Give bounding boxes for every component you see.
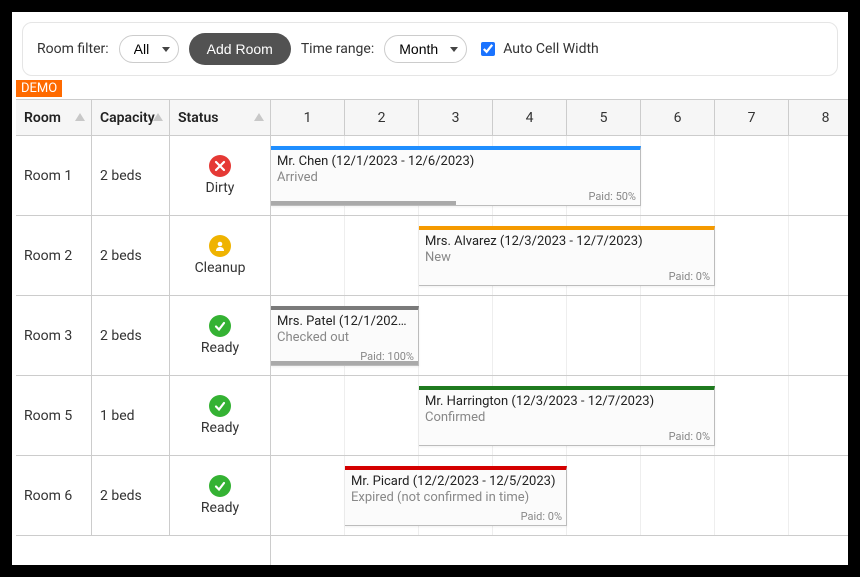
event-subtitle: Expired (not confirmed in time) (351, 490, 560, 505)
reservation-event[interactable]: Mrs. Patel (12/1/2023 - 12/3/2023)Checke… (271, 306, 419, 366)
day-header-cell[interactable]: 3 (419, 100, 493, 135)
resource-row[interactable]: Room 12 beds Dirty (16, 136, 270, 216)
column-header-room[interactable]: Room (16, 100, 92, 135)
column-header-label: Room (24, 110, 61, 126)
row-header-columns: Room Capacity Status (16, 100, 270, 136)
event-title: Mr. Picard (12/2/2023 - 12/5/2023) (351, 474, 560, 489)
event-title: Mr. Chen (12/1/2023 - 12/6/2023) (277, 154, 634, 169)
room-capacity-cell: 2 beds (92, 456, 170, 535)
room-status-label: Ready (201, 420, 239, 436)
day-header-cell[interactable]: 7 (715, 100, 789, 135)
status-dirty-icon (209, 155, 231, 177)
auto-cell-width-label: Auto Cell Width (503, 41, 599, 57)
room-status-cell: Ready (170, 456, 270, 535)
event-paid-label: Paid: 0% (521, 510, 562, 523)
room-status-cell: Cleanup (170, 216, 270, 295)
event-subtitle: Arrived (277, 170, 634, 185)
reservation-event[interactable]: Mr. Chen (12/1/2023 - 12/6/2023)Arrived P… (271, 146, 641, 206)
column-header-capacity[interactable]: Capacity (92, 100, 170, 135)
day-header-cell[interactable]: 4 (493, 100, 567, 135)
toolbar: Room filter: All Add Room Time range: Mo… (22, 22, 838, 76)
day-header-cell[interactable]: 5 (567, 100, 641, 135)
room-capacity-cell: 1 bed (92, 376, 170, 455)
timeline-row[interactable]: Mrs. Alvarez (12/3/2023 - 12/7/2023)New P… (271, 216, 848, 296)
room-name-cell: Room 3 (16, 296, 92, 375)
resource-row[interactable]: Room 62 beds Ready (16, 456, 270, 536)
column-header-status[interactable]: Status (170, 100, 270, 135)
room-name-cell: Room 2 (16, 216, 92, 295)
room-filter-label: Room filter: (37, 41, 109, 57)
room-capacity-cell: 2 beds (92, 136, 170, 215)
timeline-row[interactable]: Mr. Harrington (12/3/2023 - 12/7/2023)Co… (271, 376, 848, 456)
event-progress-bar (271, 201, 456, 205)
room-status-label: Ready (201, 500, 239, 516)
resource-row[interactable]: Room 51 bed Ready (16, 376, 270, 456)
timeline-row[interactable]: Mrs. Patel (12/1/2023 - 12/3/2023)Checke… (271, 296, 848, 376)
room-status-label: Cleanup (195, 260, 246, 276)
reservation-event[interactable]: Mr. Picard (12/2/2023 - 12/5/2023)Expire… (345, 466, 567, 526)
timeline-body: Mr. Chen (12/1/2023 - 12/6/2023)Arrived P… (271, 136, 848, 536)
auto-cell-width-checkbox[interactable] (481, 42, 495, 56)
room-name-cell: Room 5 (16, 376, 92, 455)
time-range-label: Time range: (301, 41, 374, 57)
room-status-cell: Ready (170, 376, 270, 455)
event-progress-bar (271, 361, 418, 365)
event-paid-label: Paid: 50% (588, 190, 636, 203)
room-capacity-cell: 2 beds (92, 296, 170, 375)
resource-row[interactable]: Room 22 beds Cleanup (16, 216, 270, 296)
day-header-cell[interactable]: 1 (271, 100, 345, 135)
event-subtitle: Checked out (277, 330, 412, 345)
scheduler: Room Capacity Status Room 12 bedsDirtyRo… (16, 99, 848, 565)
day-header-cell[interactable]: 6 (641, 100, 715, 135)
timeline-header: 12345678 (271, 100, 848, 136)
status-ready-icon (209, 315, 231, 337)
timeline-row[interactable]: Mr. Chen (12/1/2023 - 12/6/2023)Arrived P… (271, 136, 848, 216)
event-subtitle: New (425, 250, 708, 265)
room-status-cell: Dirty (170, 136, 270, 215)
sort-asc-icon (153, 113, 163, 121)
event-paid-label: Paid: 0% (669, 270, 710, 283)
event-paid-label: Paid: 0% (669, 430, 710, 443)
day-header-cell[interactable]: 8 (789, 100, 848, 135)
event-title: Mr. Harrington (12/3/2023 - 12/7/2023) (425, 394, 708, 409)
status-cleanup-icon (209, 235, 231, 257)
row-header-area: Room Capacity Status Room 12 bedsDirtyRo… (16, 100, 271, 565)
timeline-area: 12345678 Mr. Chen (12/1/2023 - 12/6/2023… (271, 100, 848, 565)
sort-asc-icon (75, 113, 85, 121)
room-status-cell: Ready (170, 296, 270, 375)
room-name-cell: Room 1 (16, 136, 92, 215)
event-subtitle: Confirmed (425, 410, 708, 425)
room-name-cell: Room 6 (16, 456, 92, 535)
room-status-label: Ready (201, 340, 239, 356)
room-status-label: Dirty (206, 180, 235, 196)
event-title: Mrs. Patel (12/1/2023 - 12/3/2023) (277, 314, 412, 329)
status-ready-icon (209, 395, 231, 417)
resource-row[interactable]: Room 32 beds Ready (16, 296, 270, 376)
timeline-row[interactable]: Mr. Picard (12/2/2023 - 12/5/2023)Expire… (271, 456, 848, 536)
column-header-label: Capacity (100, 110, 155, 126)
reservation-event[interactable]: Mrs. Alvarez (12/3/2023 - 12/7/2023)New P… (419, 226, 715, 286)
room-capacity-cell: 2 beds (92, 216, 170, 295)
add-room-button[interactable]: Add Room (189, 33, 291, 65)
column-header-label: Status (178, 110, 218, 126)
day-header-cell[interactable]: 2 (345, 100, 419, 135)
reservation-event[interactable]: Mr. Harrington (12/3/2023 - 12/7/2023)Co… (419, 386, 715, 446)
status-ready-icon (209, 475, 231, 497)
event-title: Mrs. Alvarez (12/3/2023 - 12/7/2023) (425, 234, 708, 249)
demo-badge: DEMO (16, 80, 62, 97)
room-filter-select[interactable]: All (119, 35, 179, 63)
time-range-select[interactable]: Month (384, 35, 467, 63)
sort-asc-icon (254, 113, 264, 121)
